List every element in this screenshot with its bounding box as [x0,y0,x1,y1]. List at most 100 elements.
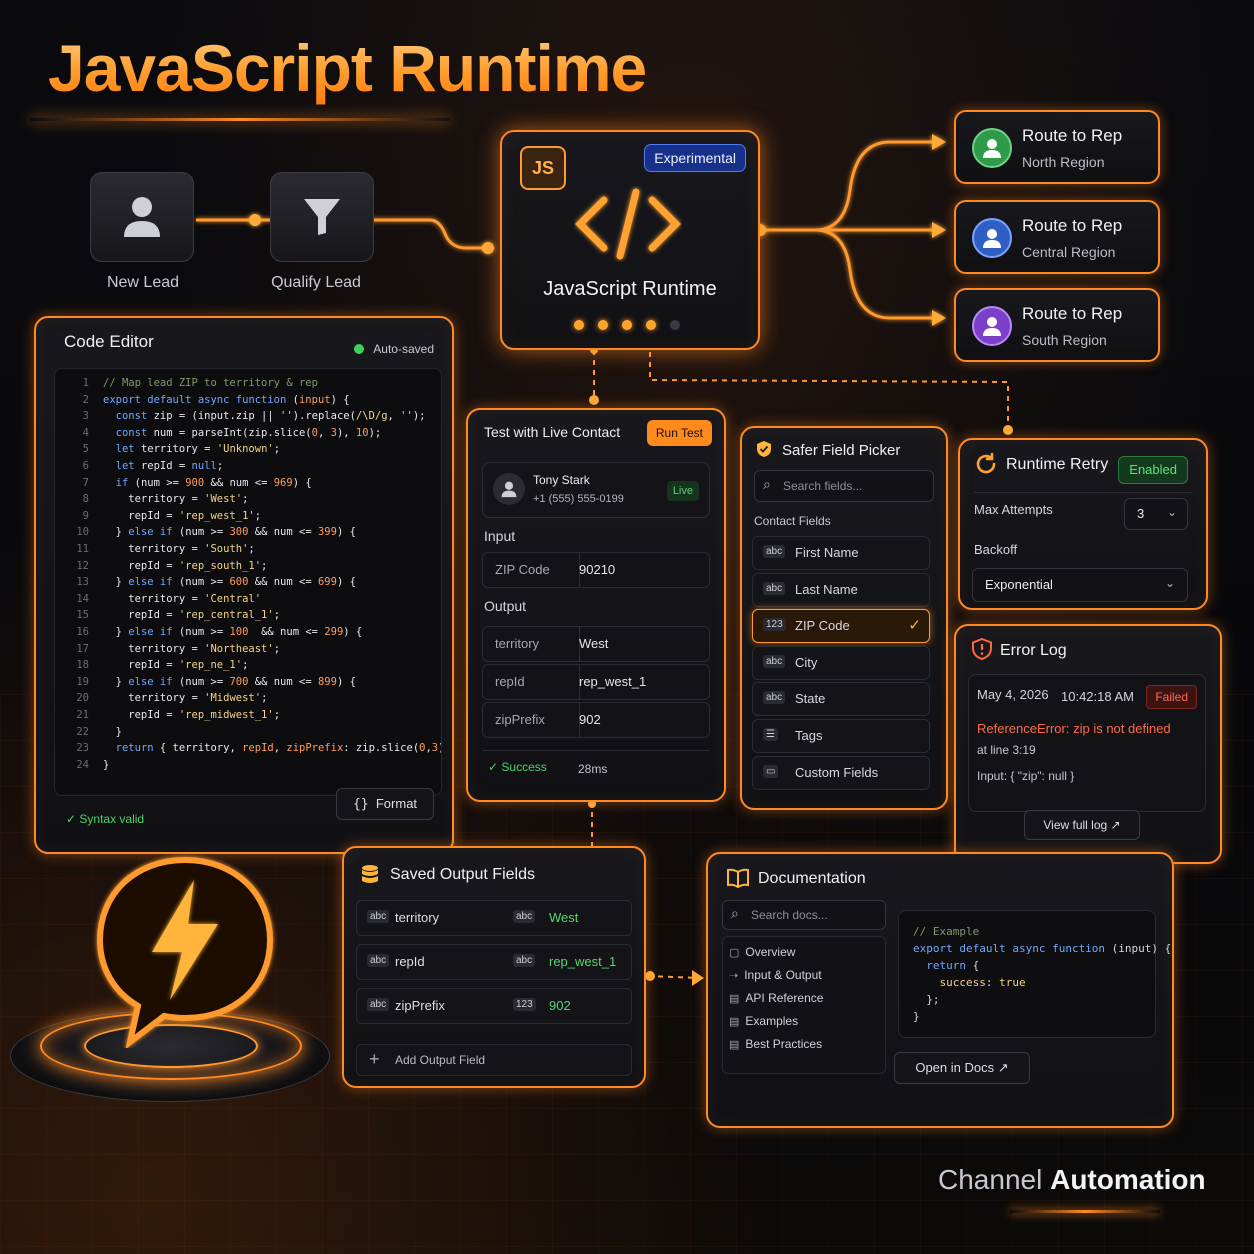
line-code: } else if (num >= 600 && num <= 699) { [103,576,356,589]
docs-nav-item[interactable]: ▤ API Reference [729,991,823,1005]
field-item[interactable]: ☰ Tags [752,719,930,753]
error-entry[interactable]: May 4, 2026 10:42:18 AM Failed Reference… [968,674,1206,812]
test-panel: Test with Live Contact Run Test Tony Sta… [466,408,726,802]
field-item[interactable]: abc Last Name [752,572,930,607]
book-open-icon [727,868,749,888]
route-region: North Region [1022,154,1105,170]
line-number: 16 [76,626,89,638]
field-type-icon: abc [367,954,390,967]
max-attempts-select[interactable]: 3 ⌄ [1124,498,1188,530]
line-code: territory = 'South'; [103,543,255,555]
plus-icon: + [369,1049,380,1069]
code-line: 10 } else if (num >= 300 && num <= 399) … [59,524,356,540]
field-type-icon: abc [763,545,786,558]
max-attempts-label: Max Attempts [974,502,1053,517]
field-item[interactable]: abc First Name [752,536,930,570]
field-name: ZIP Code [795,618,850,634]
code-line: 17 territory = 'Northeast'; [59,641,280,657]
input-heading: Input [484,528,516,544]
docs-nav-item[interactable]: ▤ Examples [729,1014,798,1028]
saved-output-row[interactable]: abc territory abc West [356,900,632,936]
saved-field-value: West [549,910,579,925]
code-editor-title: Code Editor [64,332,154,351]
field-type-icon: abc [763,691,786,705]
field-item[interactable]: 123 ZIP Code ✓ [752,609,930,644]
field-type-icon: abc [763,654,786,668]
line-code: repId = 'rep_central_1'; [103,609,281,622]
test-title: Test with Live Contact [484,424,621,440]
route-central[interactable]: Route to Rep Central Region [954,200,1160,274]
input-key: ZIP Code [483,553,580,587]
saved-output-row[interactable]: abc zipPrefix 123 902 [356,988,632,1024]
code-line: 6 let repId = null; [59,458,223,474]
route-title: Route to Rep [1022,304,1123,323]
line-code: // Map lead ZIP to territory & rep [103,377,318,389]
code-area[interactable]: 1 // Map lead ZIP to territory & rep 2 expo… [54,368,442,796]
run-test-button[interactable]: Run Test [646,420,712,446]
backoff-value: Exponential [985,577,1053,592]
open-in-docs-button[interactable]: Open in Docs ↗ [894,1052,1030,1084]
error-log-title: Error Log [1000,642,1067,659]
user-avatar-icon [972,306,1012,346]
docs-nav-label: Best Practices [745,1037,823,1051]
code-line: 8 territory = 'West'; [59,491,249,507]
field-item[interactable]: ▭ Custom Fields [752,755,930,790]
error-message: ReferenceError: zip is not defined [977,721,1171,736]
node-qualify-lead[interactable] [270,172,374,262]
field-section-label: Contact Fields [754,514,831,528]
user-avatar-icon [972,128,1012,168]
docs-nav-item[interactable]: ▤ Best Practices [729,1037,822,1051]
line-code: export default async function (input) { [103,393,350,406]
doc-icon: ▤ [729,1039,740,1051]
docs-search-input[interactable]: ⌕ Search docs... [722,900,886,930]
retry-enabled-toggle[interactable]: Enabled [1118,456,1188,484]
line-code: } [103,758,110,771]
syntax-status-text: Syntax valid [79,812,145,826]
input-row-zip[interactable]: ZIP Code 90210 [482,552,710,588]
js-badge: JS [520,146,566,190]
add-output-field-label: Add Output Field [395,1053,486,1067]
field-name: City [795,654,818,670]
field-name: Last Name [795,581,858,597]
route-north[interactable]: Route to Rep North Region [954,110,1160,184]
refresh-icon [976,452,996,474]
docs-nav-item[interactable]: ➝ Input & Output [729,968,822,982]
field-type-icon: ☰ [763,728,778,741]
live-contact-card[interactable]: Tony Stark +1 (555) 555-0199 Live [482,462,710,518]
line-number: 3 [82,410,89,423]
backoff-select[interactable]: Exponential ⌄ [972,568,1188,602]
line-code: repId = 'rep_west_1'; [103,509,262,522]
code-line: 18 repId = 'rep_ne_1'; [59,657,248,673]
saved-field-name: zipPrefix [395,998,445,1013]
output-key: territory [483,627,580,661]
route-south[interactable]: Route to Rep South Region [954,288,1160,362]
docs-nav-label: Input & Output [744,968,822,982]
line-code: return { territory, repId, zipPrefix: zi… [115,742,441,755]
field-search-input[interactable]: ⌕ Search fields... [754,470,934,502]
field-name: State [795,691,826,707]
add-output-field-button[interactable]: + Add Output Field [356,1044,632,1076]
retry-panel: Runtime Retry Enabled Max Attempts 3 ⌄ B… [958,438,1208,610]
format-button[interactable]: {} Format [336,788,434,820]
error-location: at line 3:19 [977,743,1036,757]
view-full-log-button[interactable]: View full log ↗ [1024,810,1140,840]
line-number: 11 [76,543,89,555]
field-type-icon: abc [367,998,390,1011]
brand-prefix: Channel [938,1164,1043,1195]
docs-search-placeholder: Search docs... [751,908,828,922]
field-item[interactable]: abc State [752,682,930,717]
code-line: 21 repId = 'rep_midwest_1'; [59,707,280,723]
field-picker-panel: Safer Field Picker ⌕ Search fields... Co… [740,426,948,810]
field-item[interactable]: abc City [752,645,930,680]
code-line: 7 if (num >= 900 && num <= 969) { [59,475,312,491]
doc-icon: ▤ [729,1016,740,1028]
saved-output-row[interactable]: abc repId abc rep_west_1 [356,944,632,980]
docs-nav: ▢ Overview ➝ Input & Output ▤ API Reference ▤ E… [722,936,886,1074]
output-value: 902 [579,712,601,727]
node-label-new-lead: New Lead [106,274,180,291]
runtime-node[interactable]: JS Experimental JavaScript Runtime [500,130,760,350]
node-new-lead[interactable] [90,172,194,262]
field-type-icon: abc [763,581,786,595]
docs-nav-item[interactable]: ▢ Overview [729,945,795,959]
line-code: } else if (num >= 300 && num <= 399) { [103,526,356,539]
